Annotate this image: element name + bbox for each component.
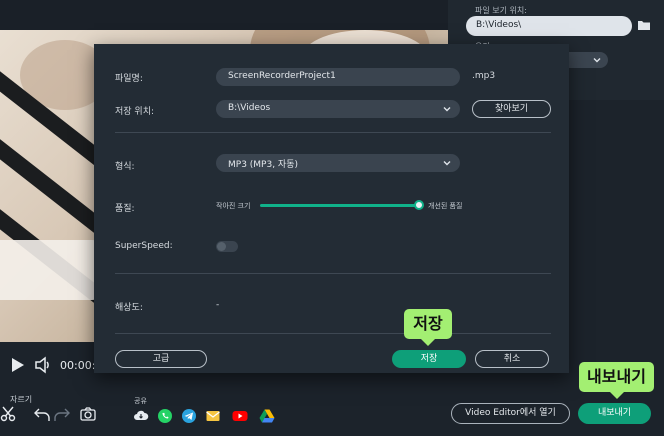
browse-button[interactable]: 찾아보기 [472,100,551,118]
file-extension: .mp3 [472,71,496,81]
cancel-button[interactable]: 취소 [475,350,549,368]
export-settings-dialog [94,44,569,373]
timecode: 00:00: [60,359,96,372]
filename-input[interactable]: ScreenRecorderProject1 [216,68,460,86]
side-path-field[interactable]: B:\Videos\ [466,16,632,36]
format-label: 형식: [115,162,135,172]
location-label: 저장 위치: [115,107,155,117]
chevron-down-icon [443,161,451,166]
chevron-down-icon [593,58,601,63]
superspeed-toggle[interactable] [216,241,238,252]
save-button[interactable]: 저장 [392,350,466,368]
advanced-button[interactable]: 고급 [115,350,207,368]
format-value: MP3 (MP3, 자동) [228,160,299,170]
google-drive-icon[interactable] [259,408,275,424]
whatsapp-icon[interactable] [157,408,173,424]
undo-icon[interactable] [34,406,50,422]
redo-icon[interactable] [54,406,70,422]
telegram-icon[interactable] [181,408,197,424]
divider [115,273,551,274]
quality-slider-handle[interactable] [414,200,424,210]
quality-max-label: 개선된 품질 [428,202,463,210]
cut-label: 자르기 [10,395,33,404]
quality-slider[interactable] [260,204,420,207]
open-in-video-editor-button[interactable]: Video Editor에서 열기 [451,403,570,424]
side-path-label: 파일 보기 위치: [475,6,527,15]
folder-icon[interactable] [637,19,651,31]
save-callout: 저장 [404,309,452,346]
location-dropdown[interactable]: B:\Videos [216,100,460,118]
divider [115,132,551,133]
superspeed-label: SuperSpeed: [115,241,173,251]
chevron-down-icon [443,107,451,112]
scissors-icon[interactable] [0,406,16,422]
export-callout: 내보내기 [579,362,654,399]
quality-label: 품질: [115,204,135,214]
email-icon[interactable] [205,408,221,424]
cloud-icon[interactable] [133,408,149,424]
resolution-label: 해상도: [115,303,143,313]
volume-icon[interactable] [34,356,52,374]
format-dropdown[interactable]: MP3 (MP3, 자동) [216,154,460,172]
location-value: B:\Videos [228,103,271,113]
filename-label: 파일명: [115,74,143,84]
youtube-icon[interactable] [232,408,248,424]
share-label: 공유 [134,397,147,405]
divider [115,333,551,334]
camera-icon[interactable] [80,406,96,422]
resolution-value: - [216,300,220,310]
quality-min-label: 작아진 크기 [216,202,251,210]
export-button[interactable]: 내보내기 [578,403,651,424]
play-icon[interactable] [12,358,24,372]
